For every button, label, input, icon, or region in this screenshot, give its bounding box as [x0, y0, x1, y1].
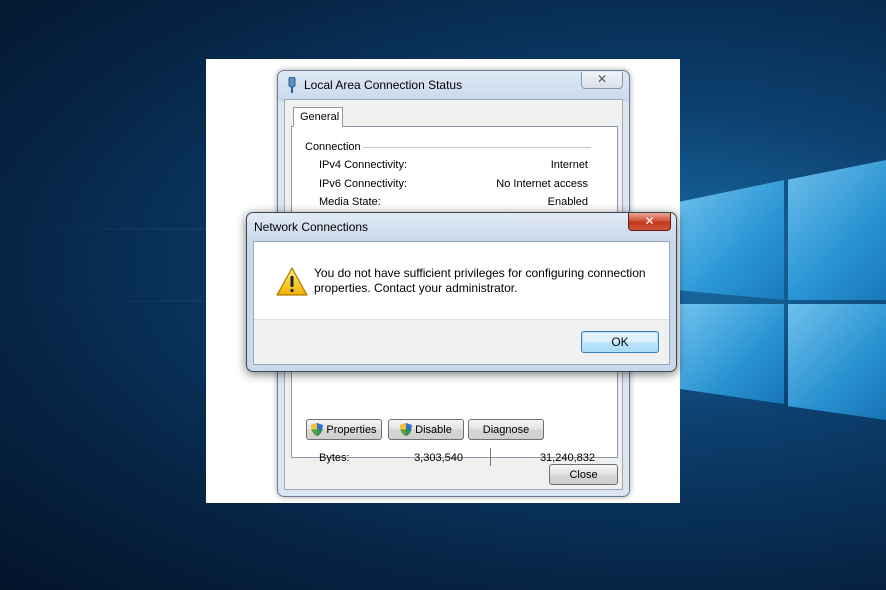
error-dialog-footer: OK	[254, 319, 669, 364]
diagnose-button[interactable]: Diagnose	[468, 419, 544, 440]
network-connection-icon	[288, 77, 296, 93]
media-state-label: Media State:	[319, 196, 381, 208]
disable-button-label: Disable	[415, 423, 452, 436]
group-divider	[363, 147, 591, 148]
media-state-value: Enabled	[547, 196, 588, 208]
tab-general[interactable]: General	[293, 107, 343, 127]
close-window-button[interactable]: ✕	[581, 72, 623, 89]
windows-logo-icon	[680, 160, 886, 420]
bytes-received-value: 31,240,832	[539, 452, 595, 464]
properties-button[interactable]: Properties	[306, 419, 382, 440]
ipv4-label: IPv4 Connectivity:	[319, 159, 408, 171]
error-message: You do not have sufficient privileges fo…	[314, 266, 646, 295]
ipv4-value: Internet	[550, 159, 588, 171]
bytes-sent-value: 3,303,540	[414, 452, 463, 464]
properties-button-label: Properties	[326, 423, 377, 436]
connection-group-label: Connection	[305, 141, 361, 153]
error-dialog-body: You do not have sufficient privileges fo…	[253, 241, 670, 365]
error-dialog: Network Connections ✕ You do not have su…	[246, 212, 677, 372]
window-title: Local Area Connection Status	[304, 78, 463, 92]
uac-shield-icon	[400, 423, 413, 436]
warning-icon	[276, 267, 308, 296]
error-dialog-title: Network Connections	[254, 220, 369, 234]
ipv6-value: No Internet access	[496, 178, 588, 190]
bytes-divider	[490, 448, 491, 466]
uac-shield-icon	[311, 423, 324, 436]
disable-button[interactable]: Disable	[388, 419, 464, 440]
ok-button[interactable]: OK	[581, 331, 659, 353]
close-button[interactable]: Close	[549, 464, 618, 485]
error-close-button[interactable]: ✕	[628, 213, 671, 231]
bytes-label: Bytes:	[319, 452, 350, 464]
ipv6-label: IPv6 Connectivity:	[319, 178, 408, 190]
